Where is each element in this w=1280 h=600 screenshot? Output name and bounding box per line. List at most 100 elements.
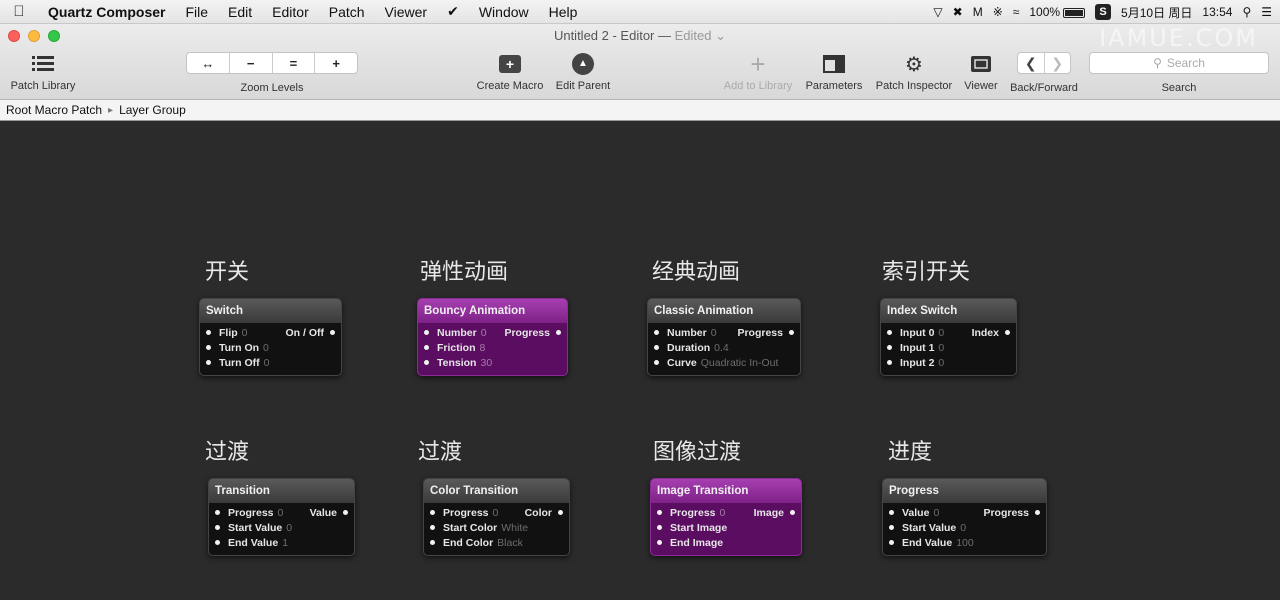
input-port[interactable]: Start Value 0 [215, 522, 292, 534]
input-port[interactable]: Duration 0.4 [654, 342, 729, 354]
menu-patch[interactable]: Patch [319, 4, 375, 20]
menu-extra-icon[interactable]: ✔ [437, 3, 469, 20]
input-port[interactable]: Number 0 [654, 327, 717, 339]
editor-canvas[interactable]: 开关 弹性动画 经典动画 索引开关 过渡 过渡 图像过渡 进度 Switch F… [0, 122, 1280, 600]
output-port[interactable]: Progress [504, 327, 561, 339]
breadcrumb-current[interactable]: Layer Group [119, 103, 186, 117]
zoom-out-button[interactable]: − [230, 53, 273, 73]
tools-icon[interactable]: ✖ [953, 5, 963, 19]
label-bouncy: 弹性动画 [420, 260, 509, 285]
input-port[interactable]: End Value 1 [215, 537, 288, 549]
search-input[interactable]: ⚲ Search [1089, 52, 1269, 74]
patch-color-transition[interactable]: Color Transition Progress 0 Color Start Co… [423, 478, 570, 556]
input-port[interactable]: Start Value 0 [889, 522, 966, 534]
input-port[interactable]: Flip 0 [206, 327, 248, 339]
create-macro-button[interactable]: + Create Macro [472, 52, 548, 92]
patch-index-switch[interactable]: Index Switch Input 0 0 Index Input 10 Inpu… [880, 298, 1017, 376]
input-port[interactable]: Input 10 [887, 342, 944, 354]
zoom-fit-button[interactable]: ↔ [187, 53, 230, 73]
output-port[interactable]: Image [754, 507, 795, 519]
patch-inspector-button[interactable]: ⚙ Patch Inspector [870, 52, 958, 93]
menu-viewer[interactable]: Viewer [375, 4, 438, 20]
output-port[interactable]: On / Off [286, 327, 336, 339]
menu-editor[interactable]: Editor [262, 4, 319, 20]
spotlight-icon[interactable]: ⚲ [1242, 5, 1251, 19]
input-port[interactable]: Friction 8 [424, 342, 485, 354]
battery-indicator[interactable]: 100% [1029, 5, 1086, 19]
breadcrumb-root[interactable]: Root Macro Patch [6, 103, 102, 117]
patch-title[interactable]: Color Transition [424, 479, 569, 503]
patch-progress[interactable]: Progress Value 0 Progress Start Value 0 End… [882, 478, 1047, 556]
input-port[interactable]: Start Color White [430, 522, 528, 534]
title-dash: — [658, 28, 675, 43]
plus-icon: + [750, 48, 766, 79]
bluetooth-icon[interactable]: ※ [993, 5, 1003, 19]
output-port[interactable]: Progress [737, 327, 794, 339]
input-port[interactable]: End Color Black [430, 537, 523, 549]
input-port[interactable]: Progress 0 [430, 507, 498, 519]
input-port[interactable]: Number 0 [424, 327, 487, 339]
s-app-icon[interactable]: S [1095, 4, 1112, 20]
zoom-in-button[interactable]: + [315, 53, 357, 73]
input-port[interactable]: Input 20 [887, 357, 944, 369]
output-port[interactable]: Index [972, 327, 1010, 339]
input-port[interactable]: Turn On 0 [206, 342, 269, 354]
menubar-date[interactable]: 5月10日 周日 [1121, 4, 1192, 21]
breadcrumb-separator-icon: ▸ [108, 104, 114, 116]
forward-button[interactable]: ❯ [1043, 53, 1071, 73]
patch-switch[interactable]: Switch Flip 0 On / Off Turn On 0 Turn Off 0 [199, 298, 342, 376]
input-port[interactable]: Progress 0 [657, 507, 725, 519]
menu-window[interactable]: Window [469, 4, 539, 20]
zoom-actual-button[interactable]: = [273, 53, 316, 73]
menu-bar:  Quartz Composer File Edit Editor Patch… [0, 0, 1280, 24]
output-port[interactable]: Color [525, 507, 563, 519]
input-port[interactable]: Tension 30 [424, 357, 492, 369]
viewer-button[interactable]: Viewer [960, 52, 1002, 92]
patch-title[interactable]: Transition [209, 479, 354, 503]
input-port[interactable]: End Image [657, 537, 723, 549]
search-label: Search [1161, 82, 1197, 94]
patch-transition[interactable]: Transition Progress 0 Value Start Value 0 E… [208, 478, 355, 556]
parameters-button[interactable]: Parameters [802, 52, 866, 92]
edit-parent-button[interactable]: ▲ Edit Parent [550, 52, 616, 92]
patch-bouncy-animation[interactable]: Bouncy Animation Number 0 Progress Frictio… [417, 298, 568, 376]
input-port[interactable]: Progress 0 [215, 507, 283, 519]
wifi-icon[interactable]: ≈ [1013, 5, 1020, 19]
input-port[interactable]: End Value 100 [889, 537, 974, 549]
patch-title[interactable]: Image Transition [651, 479, 801, 503]
label-transition: 过渡 [205, 440, 250, 465]
menu-edit[interactable]: Edit [218, 4, 262, 20]
dropbox-icon[interactable]: ▽ [933, 5, 942, 19]
menubar-time[interactable]: 13:54 [1202, 5, 1232, 19]
patch-title[interactable]: Switch [200, 299, 341, 323]
menu-file[interactable]: File [175, 4, 218, 20]
patch-image-transition[interactable]: Image Transition Progress 0 Image Start Im… [650, 478, 802, 556]
apple-icon[interactable]:  [0, 3, 38, 20]
output-port[interactable]: Progress [983, 507, 1040, 519]
list-icon [6, 52, 80, 76]
patch-library-label: Patch Library [10, 80, 76, 92]
chevron-down-icon[interactable]: ⌄ [715, 28, 726, 43]
patch-title[interactable]: Bouncy Animation [418, 299, 567, 323]
input-port[interactable]: Start Image [657, 522, 727, 534]
patch-library-button[interactable]: Patch Library [6, 52, 80, 92]
input-method-icon[interactable]: M [973, 5, 983, 19]
back-button[interactable]: ❮ [1018, 53, 1044, 73]
label-classic: 经典动画 [652, 260, 741, 285]
window-edited-label[interactable]: Edited [675, 28, 712, 43]
label-index-switch: 索引开关 [882, 260, 971, 285]
input-port[interactable]: Curve Quadratic In-Out [654, 357, 778, 369]
patch-classic-animation[interactable]: Classic Animation Number 0 Progress Durati… [647, 298, 801, 376]
patch-title[interactable]: Classic Animation [648, 299, 800, 323]
add-to-library-button[interactable]: + Add to Library [718, 48, 798, 93]
patch-title[interactable]: Progress [883, 479, 1046, 503]
input-port[interactable]: Turn Off 0 [206, 357, 269, 369]
menu-app-name[interactable]: Quartz Composer [38, 4, 175, 20]
patch-title[interactable]: Index Switch [881, 299, 1016, 323]
notification-center-icon[interactable]: ☰ [1261, 5, 1272, 19]
window-toolbar: Untitled 2 - Editor — Edited ⌄ IAMUE.COM… [0, 24, 1280, 100]
input-port[interactable]: Input 00 [887, 327, 944, 339]
input-port[interactable]: Value 0 [889, 507, 939, 519]
menu-help[interactable]: Help [539, 4, 588, 20]
output-port[interactable]: Value [310, 507, 348, 519]
